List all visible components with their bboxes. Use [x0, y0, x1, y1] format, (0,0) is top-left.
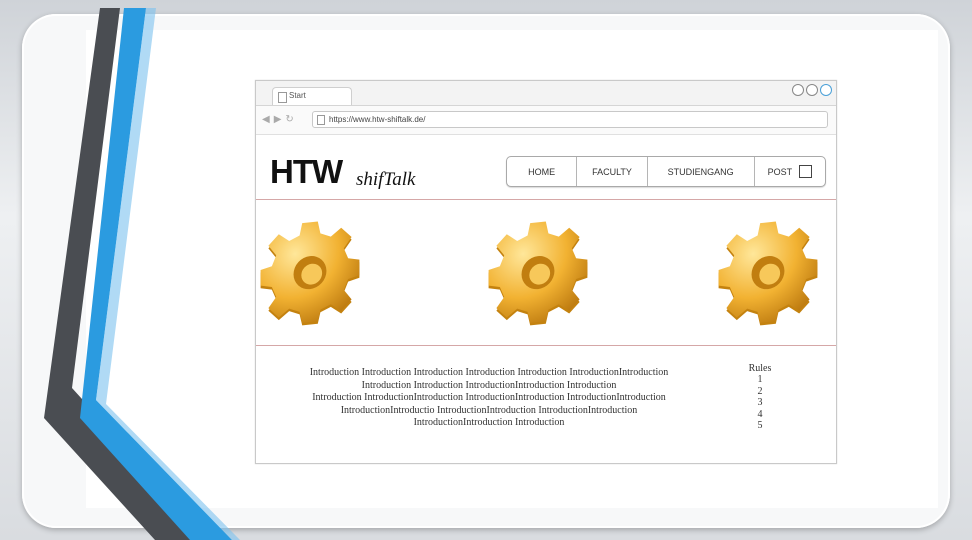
address-bar: ◀ ▶ ↻ https://www.htw-shiftalk.de/ — [256, 106, 836, 135]
tab-bar: Start — [256, 81, 836, 106]
external-link-icon — [799, 165, 813, 178]
intro-line: IntroductionIntroduction Introduction — [413, 417, 565, 429]
page-icon — [278, 92, 287, 103]
minimize-icon[interactable] — [792, 84, 804, 96]
intro-line: Introduction Introduction Introduction I… — [309, 367, 669, 378]
url-input[interactable]: https://www.htw-shiftalk.de/ — [312, 111, 828, 128]
nav-faculty[interactable]: FACULTY — [577, 157, 648, 186]
window-controls — [792, 84, 832, 96]
intro-line: Introduction Introduction IntroductionIn… — [361, 379, 617, 391]
gear-icon — [718, 221, 818, 326]
site-logo[interactable]: HTW — [270, 153, 343, 191]
site-logo-subtitle: shifTalk — [356, 169, 416, 190]
rule-item[interactable]: 4 — [736, 409, 784, 420]
nav-studiengang[interactable]: STUDIENGANG — [648, 157, 755, 186]
intro-line: Introduction IntroductionIntroduction In… — [312, 392, 666, 404]
rule-item[interactable]: 2 — [736, 386, 784, 397]
banner — [256, 199, 836, 346]
main-nav: HOME FACULTY STUDIENGANG POST — [506, 156, 826, 187]
page-icon — [317, 115, 325, 125]
reload-icon[interactable]: ↻ — [285, 114, 293, 125]
main-content: Introduction Introduction Introduction I… — [256, 345, 836, 463]
rules-title: Rules — [748, 363, 772, 374]
url-text: https://www.htw-shiftalk.de/ — [329, 115, 426, 124]
browser-nav: ◀ ▶ ↻ — [262, 114, 294, 125]
intro-line: IntroductionIntroductio IntroductionIntr… — [340, 404, 638, 416]
intro-text: Introduction Introduction Introduction I… — [270, 367, 708, 430]
tab-label: Start — [289, 91, 306, 100]
rule-item[interactable]: 3 — [736, 397, 784, 408]
back-arrow-icon[interactable]: ◀ — [262, 114, 270, 125]
nav-post-label: POST — [767, 166, 793, 177]
site-header: HTW shifTalk HOME FACULTY STUDIENGANG PO… — [256, 135, 836, 199]
close-icon[interactable] — [820, 84, 832, 96]
maximize-icon[interactable] — [806, 84, 818, 96]
gear-icon — [260, 221, 360, 326]
forward-arrow-icon[interactable]: ▶ — [274, 114, 282, 125]
browser-window: Start ◀ ▶ ↻ https://www.htw-shiftalk.de/… — [255, 80, 837, 464]
tab-start[interactable]: Start — [272, 87, 352, 105]
rules-list: Rules 1 2 3 4 5 — [736, 363, 784, 431]
nav-post[interactable]: POST — [755, 157, 825, 186]
rule-item[interactable]: 5 — [736, 420, 784, 431]
gear-icon — [488, 221, 588, 326]
nav-home[interactable]: HOME — [507, 157, 578, 186]
rule-item[interactable]: 1 — [736, 374, 784, 385]
